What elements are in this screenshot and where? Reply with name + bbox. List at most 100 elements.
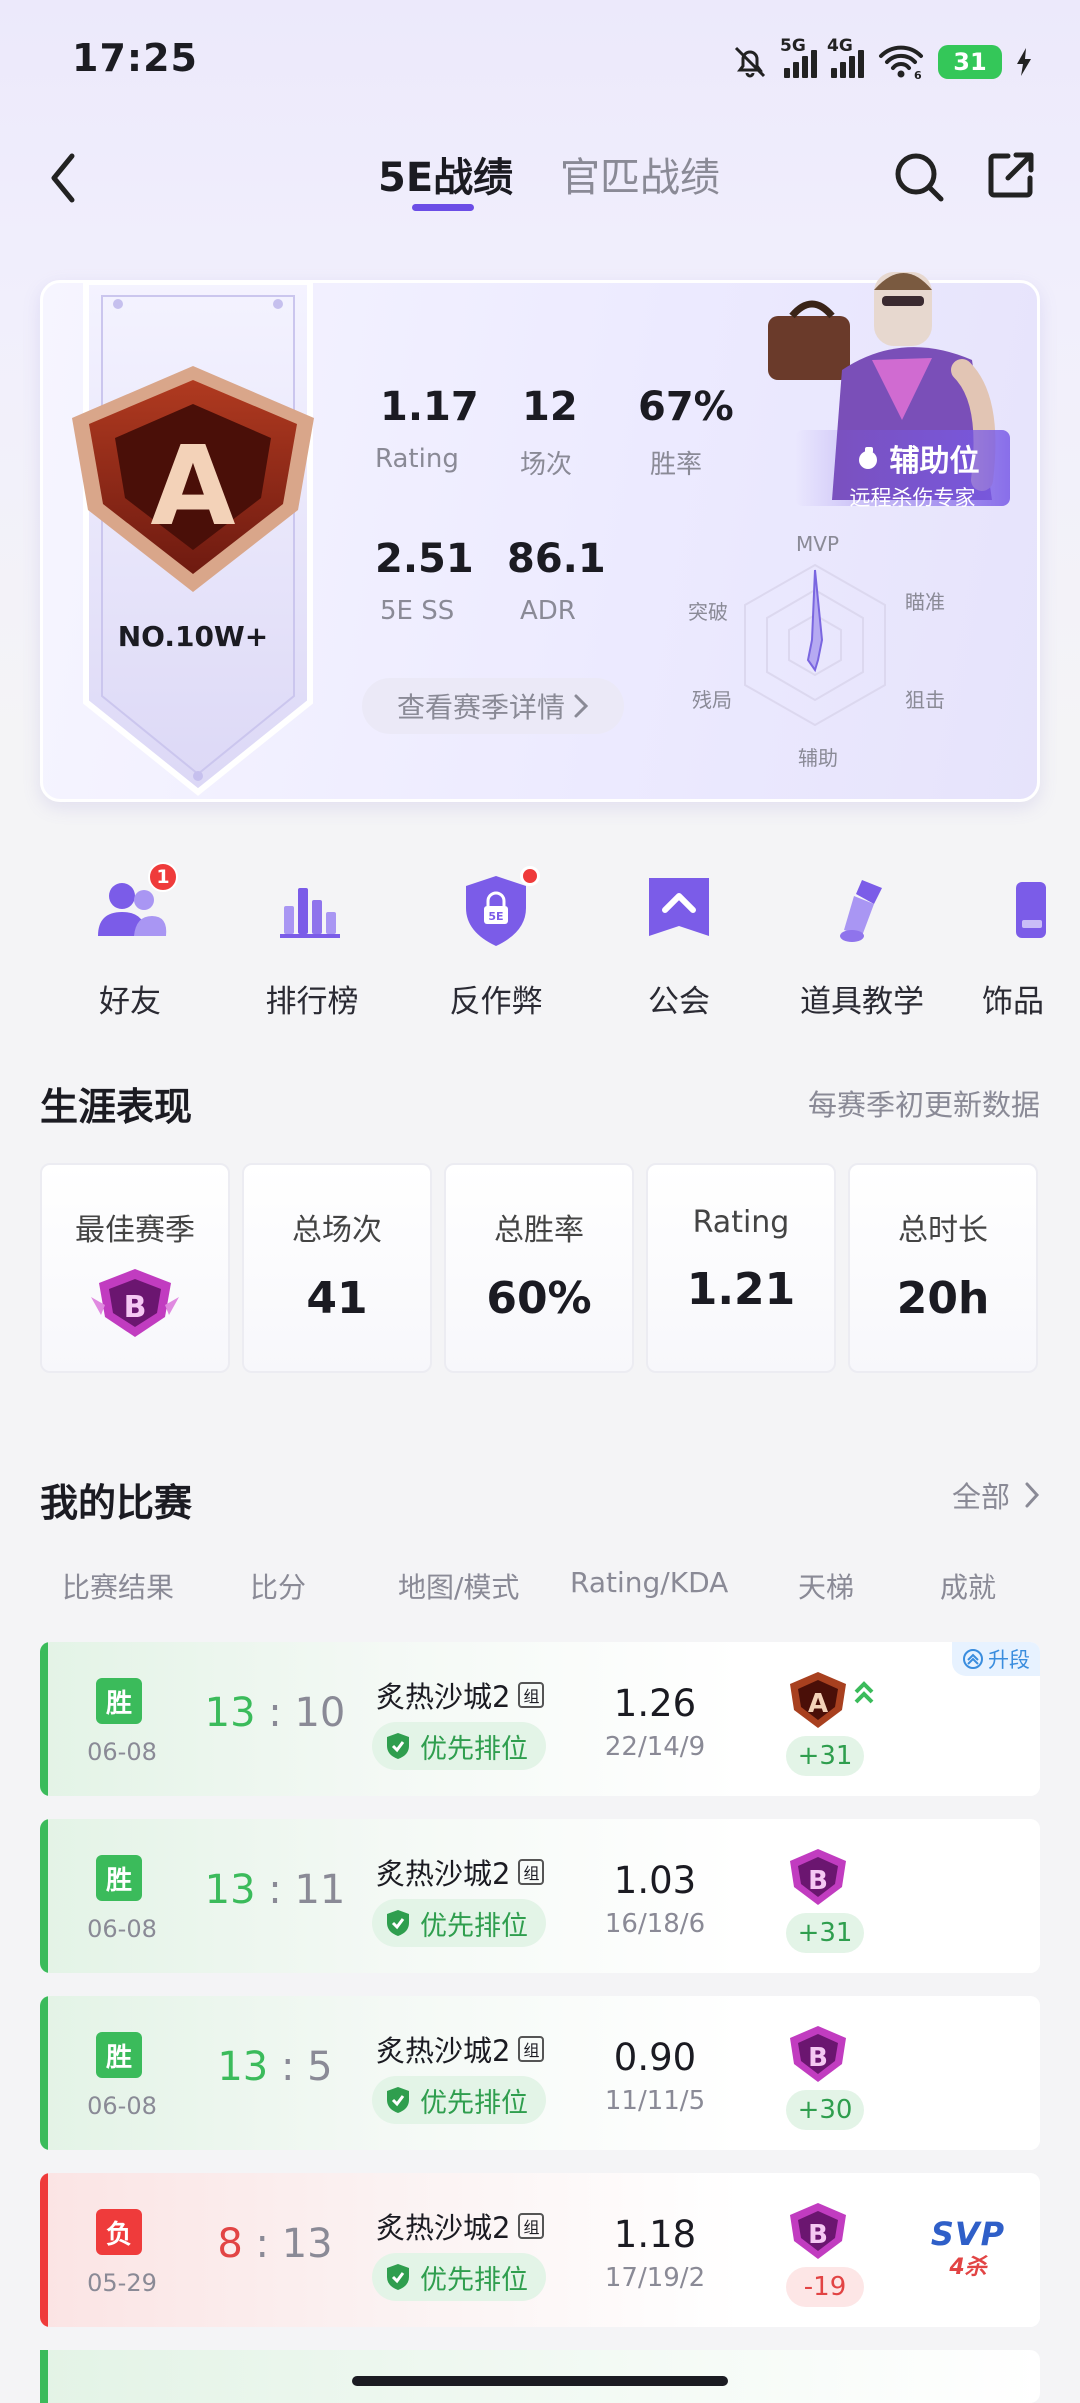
charging-icon [1017, 48, 1031, 76]
svg-text:B: B [124, 1290, 147, 1325]
menu-guild-label: 公会 [648, 984, 710, 1020]
group-icon: 组 [518, 1859, 545, 1885]
matches-value: 12 [522, 384, 578, 430]
share-button[interactable] [986, 150, 1036, 204]
result-stripe [40, 1642, 48, 1796]
radar-label-support: 辅助 [798, 746, 838, 770]
career-card-value: 41 [306, 1273, 368, 1324]
svp-achievement-badge: SVP 4杀 [918, 2215, 1018, 2281]
match-row[interactable]: 负 05-29 8 : 13 炙热沙城2 组 优先排位 1.18 17/19/2 … [40, 2173, 1040, 2327]
match-score: 13 : 10 [204, 1690, 346, 1736]
achievement-sub: 4杀 [949, 2255, 987, 2280]
career-card-win-rate: 总胜率 60% [444, 1163, 634, 1373]
menu-friends[interactable]: 1 好友 [55, 862, 205, 1021]
match-row[interactable]: 胜 06-08 13 : 10 炙热沙城2 组 优先排位 1.26 22/14/9… [40, 1642, 1040, 1796]
menu-anti-cheat[interactable]: 5E 反作弊 [421, 866, 571, 1021]
row-background [40, 1642, 1040, 1796]
winrate-value: 67% [638, 384, 734, 430]
match-kda: 22/14/9 [604, 1732, 706, 1762]
matches-all-link[interactable]: 全部 [952, 1474, 1040, 1516]
wifi-icon: 6 [879, 45, 923, 80]
tab-5e-stats[interactable]: 5E战绩 [378, 145, 513, 203]
bell-muted-icon [734, 46, 766, 78]
match-rating: 0.90 [613, 2036, 697, 2079]
tab-official-stats[interactable]: 官匹战绩 [560, 145, 720, 203]
skins-icon [1016, 882, 1046, 938]
radar-label-sniper: 狙击 [905, 688, 945, 712]
svg-text:A: A [150, 422, 235, 550]
match-row[interactable]: 胜 06-08 13 : 5 炙热沙城2 组 优先排位 0.90 11/11/5 … [40, 1996, 1040, 2150]
rating-value: 1.17 [380, 384, 479, 430]
chevron-left-icon [51, 153, 75, 203]
svg-text:B: B [808, 2043, 828, 2073]
rating-label: Rating [375, 444, 459, 474]
matches-all-label: 全部 [951, 1480, 1010, 1514]
adr-label: ADR [520, 596, 576, 626]
menu-guild[interactable]: 公会 [604, 870, 754, 1021]
career-card-value: 20h [896, 1273, 990, 1324]
back-button[interactable] [44, 150, 84, 206]
match-score: 13 : 5 [217, 2044, 333, 2090]
shield-check-icon [387, 2264, 409, 2290]
ladder-points: +31 [786, 1736, 864, 1776]
rank-b-badge-icon: B [91, 1269, 179, 1337]
ladder-points: +30 [786, 2090, 864, 2130]
career-card-value: 1.21 [686, 1264, 796, 1315]
map-name: 炙热沙城2 组 [376, 1851, 545, 1893]
chevron-right-icon [574, 694, 589, 718]
column-header-score: 比分 [250, 1571, 307, 1604]
ladder-points: -19 [786, 2267, 864, 2307]
rank-b-badge-icon: B [790, 2203, 846, 2259]
menu-skins[interactable]: 饰品 [952, 870, 1080, 1021]
radar-label-entry: 突破 [688, 600, 728, 624]
promotion-tag: 升段 [952, 1642, 1040, 1676]
menu-leaderboard-label: 排行榜 [265, 984, 359, 1020]
role-tag: 辅助位 远程杀伤专家 [795, 430, 1010, 510]
search-button[interactable] [892, 150, 946, 208]
chevron-right-icon [1025, 1482, 1040, 1508]
column-header-map-mode: 地图/模式 [398, 1571, 520, 1604]
match-kda: 17/19/2 [604, 2263, 706, 2293]
match-kda: 11/11/5 [604, 2086, 706, 2116]
career-card-total-matches: 总场次 41 [242, 1163, 432, 1373]
rank-b-badge-icon: B [790, 1849, 846, 1905]
result-badge: 胜 [96, 1678, 142, 1724]
adr-value: 86.1 [507, 536, 606, 582]
menu-grenade-tutorial[interactable]: 道具教学 [787, 870, 937, 1021]
radar-label-clutch: 残局 [692, 688, 732, 712]
career-title: 生涯表现 [40, 1085, 193, 1129]
signal-5g-icon: 5G [780, 36, 817, 78]
role-grenade-icon [858, 447, 877, 469]
match-row[interactable]: 胜 06-08 13 : 11 炙热沙城2 组 优先排位 1.03 16/18/6… [40, 1819, 1040, 1973]
ability-radar-chart [744, 563, 886, 726]
matches-label: 场次 [520, 450, 573, 480]
map-name: 炙热沙城2 组 [376, 2205, 545, 2247]
rank-position: NO.10W+ [117, 620, 269, 653]
anti-cheat-dot [520, 866, 540, 886]
menu-skins-label: 饰品 [982, 984, 1044, 1020]
match-rating: 1.26 [613, 1682, 697, 1725]
battery-indicator: 31 [938, 45, 1002, 79]
result-stripe [40, 2173, 48, 2327]
map-name: 炙热沙城2 组 [376, 1674, 545, 1716]
column-header-result: 比赛结果 [62, 1571, 175, 1604]
career-card-title: 最佳赛季 [75, 1213, 195, 1248]
share-icon [988, 152, 1034, 198]
menu-leaderboard[interactable]: 排行榜 [237, 870, 387, 1021]
mode-pill: 优先排位 [372, 2253, 546, 2301]
career-card-title: Rating [692, 1205, 790, 1240]
match-date: 06-08 [87, 1738, 157, 1766]
menu-anti-cheat-label: 反作弊 [449, 984, 543, 1020]
career-card-rating: Rating 1.21 [646, 1163, 836, 1373]
rank-a-emblem: A [72, 366, 314, 592]
season-detail-button[interactable]: 查看赛季详情 [362, 678, 624, 734]
career-card-title: 总胜率 [494, 1213, 584, 1248]
home-indicator[interactable] [352, 2376, 728, 2386]
menu-friends-label: 好友 [99, 984, 161, 1020]
mode-pill: 优先排位 [372, 2076, 546, 2124]
match-date: 06-08 [87, 1915, 157, 1943]
svg-text:6: 6 [914, 69, 922, 80]
guild-icon [649, 878, 709, 936]
match-date: 06-08 [87, 2092, 157, 2120]
rank-a-badge-icon: A [790, 1672, 874, 1728]
